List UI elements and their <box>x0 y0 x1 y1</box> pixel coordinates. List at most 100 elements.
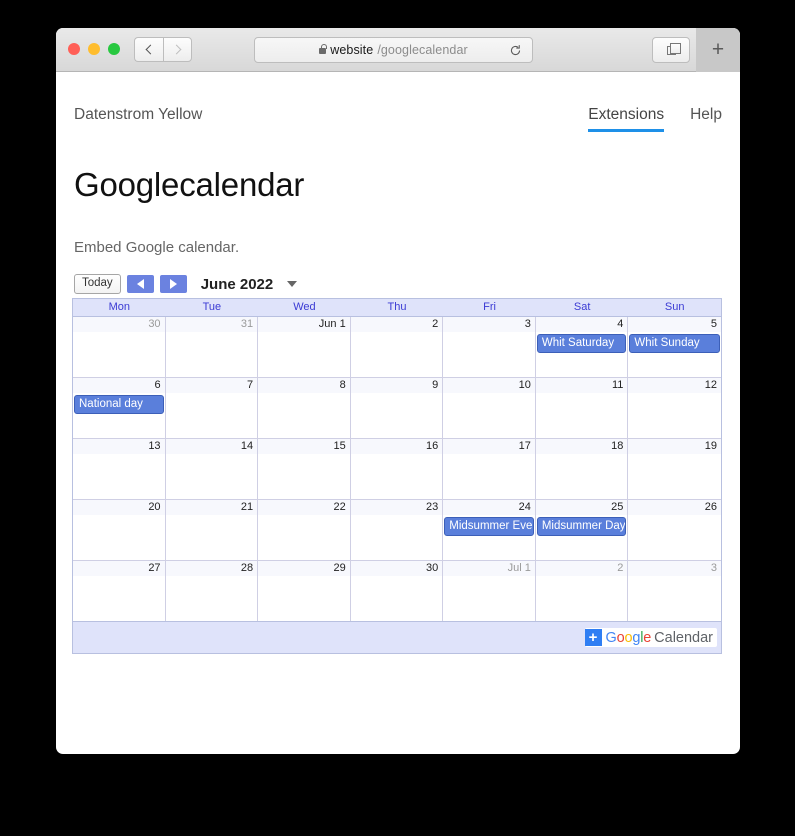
calendar-date-number: 31 <box>165 317 258 332</box>
calendar-date-number: 27 <box>73 561 165 576</box>
calendar-day-cell[interactable]: 28 <box>165 561 259 621</box>
reload-icon[interactable] <box>509 44 522 57</box>
prev-month-button[interactable] <box>126 275 154 293</box>
calendar-date-number: 2 <box>350 317 443 332</box>
calendar-day-cell[interactable]: 19 <box>628 439 721 499</box>
calendar-date-number: 12 <box>628 378 721 393</box>
calendar-week-row: 13 14 15 16 17 18 19 <box>73 439 721 500</box>
calendar-day-cell[interactable]: 3 <box>443 317 536 377</box>
calendar-event-chip[interactable]: Whit Sunday <box>629 334 720 353</box>
page-content: Datenstrom Yellow Extensions Help Google… <box>56 72 740 654</box>
day-header-wed: Wed <box>293 301 316 313</box>
google-calendar-logo[interactable]: + Google Calendar <box>584 628 717 647</box>
page-description: Embed Google calendar. <box>74 239 240 256</box>
calendar-day-cell[interactable]: Jun 1 <box>258 317 351 377</box>
calendar-day-cell[interactable]: 31 <box>165 317 259 377</box>
maximize-window-button[interactable] <box>108 43 120 55</box>
calendar-day-cell[interactable]: 3 <box>628 561 721 621</box>
calendar-event-chip[interactable]: Midsummer Day <box>536 517 627 536</box>
site-nav: Extensions Help <box>588 106 722 132</box>
day-header-sun: Sun <box>664 301 685 313</box>
show-all-tabs-button[interactable] <box>652 37 690 63</box>
add-to-calendar-icon[interactable]: + <box>584 629 602 646</box>
calendar-day-cell[interactable]: 20 <box>73 500 166 560</box>
calendar-week-row: 6 National day 7 8 9 10 11 12 <box>73 378 721 439</box>
calendar-day-cell[interactable]: 25 Midsummer Day <box>535 500 629 560</box>
forward-button[interactable] <box>163 37 192 62</box>
calendar-day-cell[interactable]: 26 <box>628 500 721 560</box>
site-header: Datenstrom Yellow Extensions Help <box>56 106 740 132</box>
calendar-day-cell[interactable]: 5 Whit Sunday <box>628 317 721 377</box>
calendar-day-cell[interactable]: 30 <box>73 317 166 377</box>
calendar-day-cell[interactable]: 8 <box>258 378 351 438</box>
back-button[interactable] <box>134 37 163 62</box>
calendar-event-chip[interactable]: Midsummer Eve <box>444 517 534 536</box>
page-title: Googlecalendar <box>74 166 305 203</box>
day-header-tue: Tue <box>202 301 222 313</box>
next-month-button[interactable] <box>159 275 187 293</box>
calendar-day-cell[interactable]: 9 <box>350 378 444 438</box>
calendar-date-number: 9 <box>350 378 443 393</box>
calendar-wordmark: Calendar <box>654 629 713 646</box>
new-tab-button[interactable]: + <box>696 28 740 72</box>
calendar-date-number: 17 <box>443 439 535 454</box>
calendar-date-number: 2 <box>535 561 628 576</box>
close-window-button[interactable] <box>68 43 80 55</box>
calendar-date-number: 5 <box>628 317 721 332</box>
calendar-day-cell[interactable]: 10 <box>443 378 536 438</box>
calendar-day-cell[interactable]: 14 <box>165 439 259 499</box>
calendar-date-number: 22 <box>258 500 350 515</box>
calendar-day-cell[interactable]: 13 <box>73 439 166 499</box>
calendar-day-cell[interactable]: 2 <box>350 317 444 377</box>
calendar-day-cell[interactable]: 17 <box>443 439 536 499</box>
calendar-day-cell[interactable]: 15 <box>258 439 351 499</box>
calendar-day-cell[interactable]: 27 <box>73 561 166 621</box>
calendar-day-cell[interactable]: 30 <box>350 561 444 621</box>
calendar-day-cell[interactable]: 4 Whit Saturday <box>535 317 629 377</box>
calendar-day-cell[interactable]: 16 <box>350 439 444 499</box>
nav-link-help[interactable]: Help <box>690 106 722 132</box>
calendar-day-cell[interactable]: 21 <box>165 500 259 560</box>
calendar-month-title: June 2022 <box>200 275 274 293</box>
calendar-date-number: 15 <box>258 439 350 454</box>
calendar-date-number: 25 <box>535 500 628 515</box>
calendar-week-row: 30 31 Jun 1 2 3 4 Whit Saturday 5 Whit Sunday <box>73 317 721 378</box>
calendar-day-cell[interactable]: 18 <box>535 439 629 499</box>
day-header-fri: Fri <box>483 301 496 313</box>
browser-window: website/googlecalendar + Datenstrom Yell… <box>56 28 740 754</box>
calendar-day-cell[interactable]: 23 <box>350 500 444 560</box>
chevron-down-icon[interactable] <box>287 281 298 287</box>
chevron-right-icon <box>171 44 181 55</box>
calendar-day-cell[interactable]: 6 National day <box>73 378 166 438</box>
calendar-day-cell[interactable]: 12 <box>628 378 721 438</box>
nav-link-extensions[interactable]: Extensions <box>588 106 664 132</box>
site-name: Datenstrom Yellow <box>74 106 203 123</box>
calendar-date-number: 20 <box>73 500 165 515</box>
calendar-event-chip[interactable]: Whit Saturday <box>536 334 627 353</box>
google-calendar-embed: Today June 2022 Mon Tue Wed Thu Fri Sat <box>72 274 722 654</box>
calendar-day-cell[interactable]: 29 <box>258 561 351 621</box>
show-all-tabs-icon <box>666 42 681 55</box>
calendar-event-chip[interactable]: National day <box>74 395 164 414</box>
today-button[interactable]: Today <box>74 274 121 294</box>
calendar-date-number: 14 <box>165 439 258 454</box>
google-letter: e <box>643 629 652 646</box>
calendar-day-cell[interactable]: 11 <box>535 378 629 438</box>
calendar-grid: Mon Tue Wed Thu Fri Sat Sun 30 31 Jun 1234… <box>72 298 722 622</box>
calendar-day-cell[interactable]: 2 <box>535 561 629 621</box>
url-path: /googlecalendar <box>377 43 468 57</box>
calendar-date-number: 3 <box>443 317 535 332</box>
calendar-date-number: 6 <box>73 378 165 393</box>
calendar-date-number: 18 <box>535 439 628 454</box>
calendar-date-number: 30 <box>350 561 443 576</box>
browser-titlebar: website/googlecalendar + <box>56 28 740 72</box>
calendar-date-number: 7 <box>165 378 258 393</box>
url-text: website/googlecalendar <box>319 43 468 57</box>
calendar-date-number: 24 <box>443 500 535 515</box>
calendar-day-cell[interactable]: 7 <box>165 378 259 438</box>
address-bar[interactable]: website/googlecalendar <box>254 37 533 63</box>
minimize-window-button[interactable] <box>88 43 100 55</box>
calendar-day-cell[interactable]: Jul 1 <box>443 561 536 621</box>
calendar-day-cell[interactable]: 22 <box>258 500 351 560</box>
calendar-day-cell[interactable]: 24 Midsummer Eve <box>443 500 536 560</box>
